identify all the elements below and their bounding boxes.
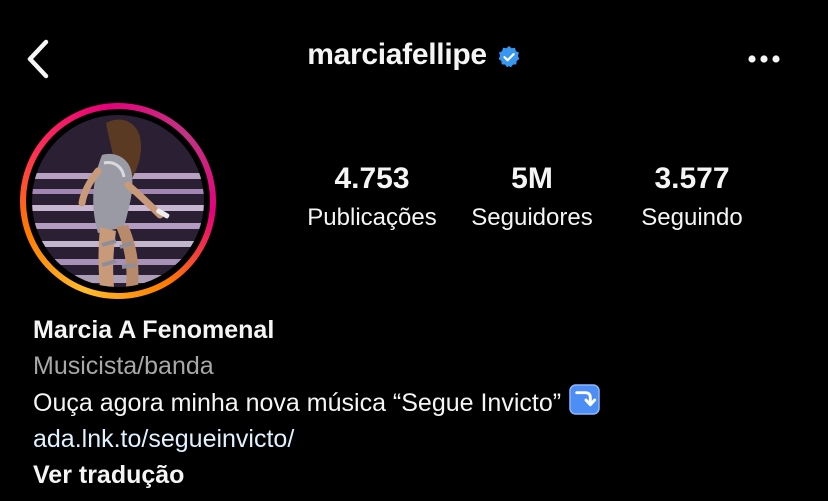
bio-text-line: Ouça agora minha nova música “Segue Invi… (33, 384, 813, 421)
display-name: Marcia A Fenomenal (33, 316, 275, 344)
bio-link[interactable]: ada.lnk.to/segueinvicto/ (33, 421, 813, 457)
profile-category: Musicista/banda (33, 352, 214, 380)
profile-bio: Marcia A Fenomenal Musicista/banda Ouça … (33, 312, 813, 493)
profile-header: marciafellipe (0, 0, 828, 118)
following-stat[interactable]: 3.577 Seguindo (607, 160, 777, 233)
verified-badge-icon (498, 46, 520, 68)
bio-text: Ouça agora minha nova música “Segue Invi… (33, 389, 562, 417)
arrow-turn-down-icon (569, 384, 600, 415)
posts-label: Publicações (307, 204, 437, 231)
posts-count: 4.753 (334, 162, 410, 195)
followers-count: 5M (511, 162, 553, 195)
following-count: 3.577 (654, 162, 730, 195)
profile-stats: 4.753 Publicações 5M Seguidores 3.577 Se… (0, 160, 828, 250)
followers-label: Seguidores (471, 204, 593, 231)
more-horizontal-icon (748, 55, 780, 63)
see-translation-button[interactable]: Ver tradução (33, 457, 813, 493)
following-label: Seguindo (641, 204, 743, 231)
username-title: marciafellipe (307, 38, 487, 71)
posts-stat[interactable]: 4.753 Publicações (287, 160, 457, 233)
more-options-button[interactable] (740, 44, 788, 74)
followers-stat[interactable]: 5M Seguidores (447, 160, 617, 233)
header-title: marciafellipe (0, 38, 828, 72)
